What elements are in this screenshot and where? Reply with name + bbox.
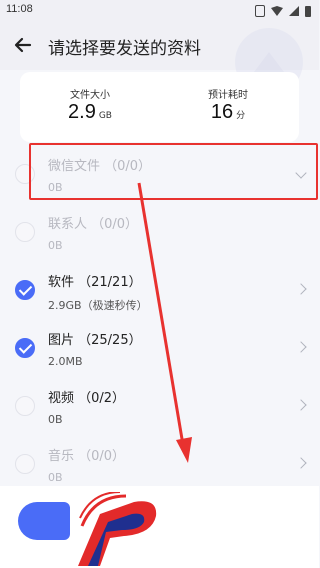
apps-size: 2.9GB（极速秒传） [48,299,148,312]
apps-checkbox[interactable] [15,280,35,300]
arrow-left-icon [14,37,32,53]
videos-title: 视频 （0/2） [48,391,126,406]
chevron-right-icon[interactable] [295,399,307,411]
music-title: 音乐 （0/0） [48,449,126,464]
music-size: 0B [48,471,63,484]
music-checkbox[interactable] [15,454,35,474]
chevron-right-icon[interactable] [295,341,307,353]
contacts-size: 0B [48,239,63,252]
list-item-videos[interactable]: 视频 （0/2） 0B [0,377,319,435]
contacts-title: 联系人 （0/0） [48,217,139,232]
status-bar: 11:08 [0,0,319,22]
estimated-time-block: 预计耗时 16 分 [168,86,288,124]
vibrate-icon [255,5,265,17]
annotation-highlight-box [29,143,318,200]
summary-card: 文件大小 2.9 GB 预计耗时 16 分 [20,72,299,142]
photos-size: 2.0MB [48,355,83,368]
photos-checkbox[interactable] [15,338,35,358]
send-button[interactable] [18,502,70,540]
contacts-checkbox[interactable] [15,222,35,242]
battery-icon [305,5,311,17]
status-icons [255,5,311,17]
page-title: 请选择要发送的资料 [48,39,201,59]
list-item-music[interactable]: 音乐 （0/0） 0B [0,435,319,493]
file-size-value: 2.9 [68,101,96,123]
estimated-time-label: 预计耗时 [208,90,248,101]
file-size-label: 文件大小 [70,90,110,101]
videos-size: 0B [48,413,63,426]
list-item-photos[interactable]: 图片 （25/25） 2.0MB [0,319,319,377]
photos-title: 图片 （25/25） [48,333,142,348]
signal-icon [289,6,299,16]
wifi-icon [271,6,283,16]
status-time: 11:08 [6,3,33,15]
chevron-right-icon[interactable] [295,283,307,295]
chevron-right-icon[interactable] [295,457,307,469]
estimated-time-value: 16 [210,101,234,123]
watermark-logo [78,492,157,566]
back-button[interactable] [10,32,36,58]
estimated-time-unit: 分 [236,111,246,121]
list-item-contacts[interactable]: 联系人 （0/0） 0B [0,203,319,261]
list-item-apps[interactable]: 软件 （21/21） 2.9GB（极速秒传） [0,261,319,319]
videos-checkbox[interactable] [15,396,35,416]
file-size-block: 文件大小 2.9 GB [30,86,150,124]
file-size-unit: GB [98,111,112,121]
apps-title: 软件 （21/21） [48,275,142,290]
